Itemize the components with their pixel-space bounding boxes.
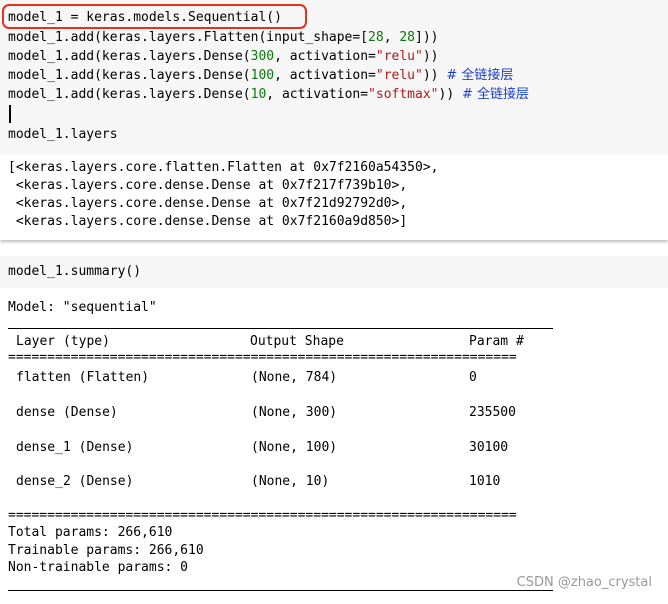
trainable-params: Trainable params: 266,610	[8, 543, 204, 558]
row-1-layer: flatten (Flatten)	[16, 370, 150, 385]
code-line-layers: model_1.layers	[8, 127, 118, 142]
output-line-3: <keras.layers.core.dense.Dense at 0x7f21…	[8, 196, 408, 211]
row-2-params: 235500	[469, 405, 516, 420]
double-rule-top: ========================================…	[8, 350, 517, 365]
code-line-3: model_1.add(keras.layers.Dense(300, acti…	[8, 49, 439, 64]
text-cursor	[9, 105, 11, 123]
code-cell-3[interactable]: model_1.summary()	[0, 256, 668, 289]
model-name-line: Model: "sequential"	[8, 300, 157, 315]
code-line-4: model_1.add(keras.layers.Dense(100, acti…	[8, 68, 514, 83]
row-3-params: 30100	[469, 440, 509, 455]
row-2-shape: (None, 300)	[251, 405, 338, 420]
row-1-params: 0	[469, 370, 477, 385]
row-4-layer: dense_2 (Dense)	[16, 474, 134, 489]
row-3-shape: (None, 100)	[251, 440, 338, 455]
row-4-shape: (None, 10)	[251, 474, 330, 489]
code-line-summary: model_1.summary()	[8, 264, 142, 279]
non-trainable-params: Non-trainable params: 0	[8, 560, 189, 575]
bottom-rule	[8, 590, 553, 591]
output-line-2: <keras.layers.core.dense.Dense at 0x7f21…	[8, 178, 408, 193]
code-line-5: model_1.add(keras.layers.Dense(10, activ…	[8, 87, 530, 102]
double-rule-bottom: ========================================…	[8, 508, 517, 523]
code-line-2: model_1.add(keras.layers.Flatten(input_s…	[8, 30, 439, 45]
output-line-4: <keras.layers.core.dense.Dense at 0x7f21…	[8, 214, 408, 229]
watermark: CSDN @zhao_crystal	[516, 575, 652, 590]
row-2-layer: dense (Dense)	[16, 405, 118, 420]
output-cell-3: Model: "sequential" Layer (type) Output …	[0, 288, 668, 604]
total-params: Total params: 266,610	[8, 525, 173, 540]
row-4-params: 1010	[469, 474, 501, 489]
highlight-box	[2, 4, 307, 29]
row-1-shape: (None, 784)	[251, 370, 338, 385]
code-cell-2[interactable]: model_1.layers	[0, 124, 668, 155]
code-cell-1[interactable]: model_1 = keras.models.Sequential() mode…	[0, 0, 668, 125]
output-line-1: [<keras.layers.core.flatten.Flatten at 0…	[8, 160, 439, 175]
output-cell-2: [<keras.layers.core.flatten.Flatten at 0…	[0, 154, 668, 240]
row-3-layer: dense_1 (Dense)	[16, 440, 134, 455]
top-rule	[8, 328, 553, 329]
